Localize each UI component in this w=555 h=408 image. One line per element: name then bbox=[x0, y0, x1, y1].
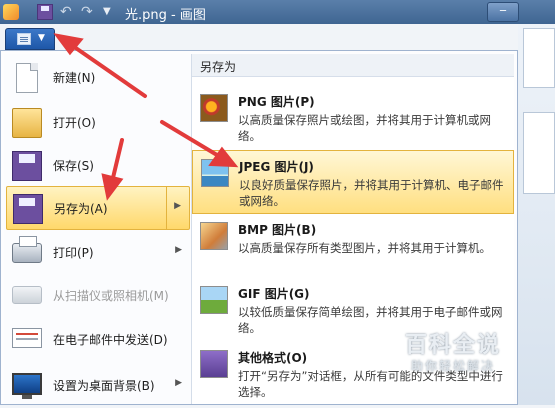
format-title: GIF 图片(G) bbox=[238, 287, 310, 301]
printer-icon bbox=[12, 236, 42, 263]
menu-item-from-scanner: 从扫描仪或照相机(M) bbox=[6, 274, 190, 318]
format-png[interactable]: PNG 图片(P) 以高质量保存照片或绘图，并将其用于计算机或网络。 bbox=[192, 86, 514, 150]
watermark-title: 百科全说 bbox=[404, 333, 501, 358]
background-panel bbox=[523, 112, 555, 194]
menu-item-print[interactable]: 打印(P) ▶ bbox=[6, 231, 190, 275]
menu-item-send-email[interactable]: 在电子邮件中发送(D) bbox=[6, 318, 190, 362]
gif-image-icon bbox=[200, 286, 228, 314]
menu-icon bbox=[17, 33, 31, 45]
menu-item-label: 打开(O) bbox=[53, 116, 96, 130]
format-jpeg[interactable]: JPEG 图片(J) 以良好质量保存照片，并将其用于计算机、电子邮件或网络。 bbox=[192, 150, 514, 214]
bmp-image-icon bbox=[200, 222, 228, 250]
quick-save-icon[interactable] bbox=[37, 4, 53, 20]
scanner-icon bbox=[12, 286, 42, 304]
format-description: 以高质量保存所有类型图片，并将其用于计算机。 bbox=[238, 241, 491, 255]
menu-item-save-as[interactable]: 另存为(A) ▶ bbox=[6, 186, 190, 230]
save-disk-icon bbox=[12, 151, 42, 181]
submenu-header: 另存为 bbox=[192, 54, 514, 77]
format-title: JPEG 图片(J) bbox=[239, 160, 314, 174]
png-image-icon bbox=[200, 94, 228, 122]
format-description: 以高质量保存照片或绘图，并将其用于计算机或网络。 bbox=[238, 113, 491, 143]
paint-app-icon[interactable] bbox=[3, 4, 19, 20]
submenu-arrow-icon: ▶ bbox=[175, 378, 182, 388]
format-title: BMP 图片(B) bbox=[238, 223, 317, 237]
menu-item-label: 保存(S) bbox=[53, 159, 94, 173]
menu-item-label: 从扫描仪或照相机(M) bbox=[53, 289, 169, 303]
watermark-subtitle: 助你轻松解决 bbox=[410, 359, 495, 373]
submenu-arrow-icon: ▶ bbox=[175, 245, 182, 255]
submenu-title: 另存为 bbox=[200, 60, 237, 74]
format-description: 以良好质量保存照片，并将其用于计算机、电子邮件或网络。 bbox=[239, 178, 504, 208]
new-document-icon bbox=[16, 63, 38, 93]
menu-item-new[interactable]: 新建(N) bbox=[6, 56, 190, 100]
menu-item-set-desktop-background[interactable]: 设置为桌面背景(B) ▶ bbox=[6, 364, 190, 408]
format-bmp[interactable]: BMP 图片(B) 以高质量保存所有类型图片，并将其用于计算机。 bbox=[192, 214, 514, 278]
email-icon bbox=[12, 328, 42, 348]
customize-toolbar-chevron-icon[interactable]: ▼ bbox=[103, 4, 119, 20]
desktop-background-icon bbox=[12, 373, 42, 399]
watermark: 百科全说 助你轻松解决 bbox=[385, 327, 521, 377]
menu-item-label: 在电子邮件中发送(D) bbox=[53, 333, 168, 347]
menu-commands: 新建(N) 打开(O) 保存(S) 另存为(A) ▶ 打印(P) ▶ 从扫描仪或… bbox=[4, 54, 192, 404]
submenu-arrow-icon: ▶ bbox=[174, 201, 181, 211]
format-title: PNG 图片(P) bbox=[238, 95, 315, 109]
background-ribbon-area bbox=[518, 24, 555, 405]
menu-item-label: 打印(P) bbox=[53, 246, 94, 260]
menu-item-open[interactable]: 打开(O) bbox=[6, 101, 190, 145]
menu-item-label: 另存为(A) bbox=[54, 202, 108, 216]
undo-icon[interactable]: ↶ bbox=[60, 4, 76, 20]
background-panel bbox=[523, 28, 555, 88]
menu-item-label: 设置为桌面背景(B) bbox=[53, 379, 155, 393]
menu-item-save[interactable]: 保存(S) bbox=[6, 144, 190, 188]
title-bar: ↶ ↷ ▼ 光.png - 画图 ─ bbox=[0, 0, 555, 24]
other-formats-icon bbox=[200, 350, 228, 378]
redo-icon[interactable]: ↷ bbox=[81, 4, 97, 20]
jpeg-image-icon bbox=[201, 159, 229, 187]
paint-menu-button[interactable]: ▼ bbox=[5, 28, 55, 50]
open-folder-icon bbox=[12, 108, 42, 138]
menu-item-label: 新建(N) bbox=[53, 71, 96, 85]
window-title: 光.png - 画图 bbox=[125, 8, 206, 23]
format-title: 其他格式(O) bbox=[238, 351, 308, 365]
chevron-down-icon: ▼ bbox=[38, 33, 45, 43]
save-as-icon bbox=[13, 194, 43, 224]
minimize-button[interactable]: ─ bbox=[487, 2, 519, 22]
